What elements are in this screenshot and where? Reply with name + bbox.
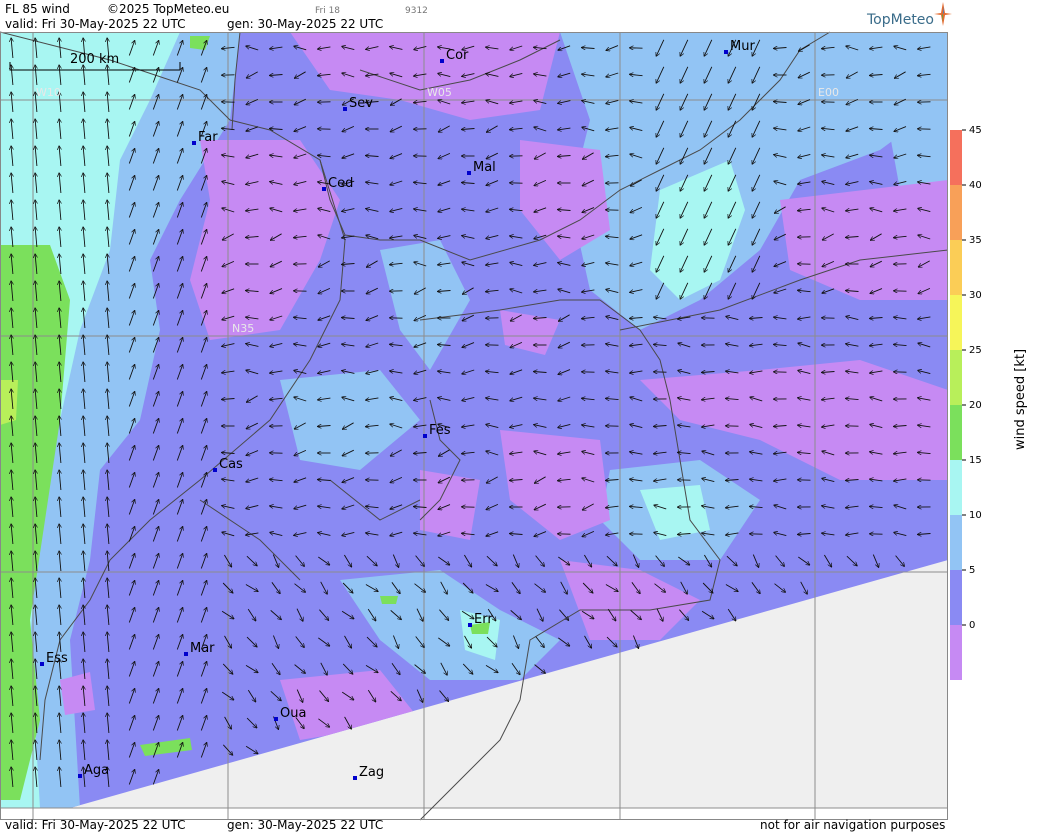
legend-color-band xyxy=(950,515,962,570)
legend-color-band xyxy=(950,295,962,350)
legend-tick: 5 xyxy=(969,565,976,576)
city-label: Mar xyxy=(190,641,215,656)
city-marker: Far xyxy=(192,131,218,145)
legend-tick: 10 xyxy=(969,510,982,521)
legend-tick: 30 xyxy=(969,290,982,301)
legend-tick: 0 xyxy=(969,620,976,631)
legend-color-band xyxy=(950,405,962,460)
legend-colorbar xyxy=(950,129,966,680)
legend-color-band xyxy=(950,350,962,405)
copyright: ©2025 TopMeteo.eu xyxy=(107,2,230,16)
city-label: Fes xyxy=(429,423,451,438)
legend-tick: 25 xyxy=(969,345,982,356)
wind-map xyxy=(0,31,966,821)
legend-tick: 35 xyxy=(969,235,982,246)
frame-tag: Fri 18 xyxy=(315,6,341,16)
legend-color-band xyxy=(950,625,962,680)
city-marker: Sev xyxy=(343,97,373,111)
footer-gen-time: gen: 30-May-2025 22 UTC xyxy=(227,818,384,832)
city-label: Err xyxy=(474,612,493,627)
legend-color-band xyxy=(950,130,962,185)
grid-label-e00: E00 xyxy=(818,86,839,99)
city-label: Ced xyxy=(328,176,354,191)
city-marker: Cas xyxy=(213,458,243,472)
legend-color-band xyxy=(950,570,962,625)
chart-title: FL 85 wind xyxy=(5,2,70,16)
grid-label-w05: W05 xyxy=(427,86,452,99)
legend-tick: 45 xyxy=(969,125,982,136)
legend-color-band xyxy=(950,240,962,295)
city-marker: Mal xyxy=(467,161,496,175)
grid-label-n35: N35 xyxy=(232,322,255,335)
city-marker: Mur xyxy=(724,40,755,54)
city-label: Mal xyxy=(473,160,496,175)
legend-tick: 20 xyxy=(969,400,982,411)
city-marker: Ced xyxy=(322,177,353,191)
logo-text: TopMeteo xyxy=(867,12,934,28)
city-marker: Err xyxy=(468,613,493,627)
scale-bar-label: 200 km xyxy=(70,52,120,67)
footer-valid-time: valid: Fri 30-May-2025 22 UTC xyxy=(5,818,186,832)
city-label: Sev xyxy=(349,96,373,111)
valid-time: valid: Fri 30-May-2025 22 UTC xyxy=(5,17,186,31)
city-label: Aga xyxy=(84,763,110,778)
frame-number: 9312 xyxy=(405,6,428,16)
compass-star-icon xyxy=(934,2,952,30)
disclaimer: not for air navigation purposes xyxy=(760,818,946,832)
legend-tick: 15 xyxy=(969,455,982,466)
city-label: Cas xyxy=(219,457,243,472)
city-marker: Cor xyxy=(440,49,468,63)
gen-time: gen: 30-May-2025 22 UTC xyxy=(227,17,384,31)
city-marker: Mar xyxy=(184,642,215,656)
city-marker: Zag xyxy=(353,766,384,780)
grid-label-w10: W10 xyxy=(36,86,61,99)
legend-color-band xyxy=(950,460,962,515)
city-label: Oua xyxy=(280,706,307,721)
legend-tick: 40 xyxy=(969,180,982,191)
city-marker: Oua xyxy=(274,707,306,721)
legend-title: wind speed [kt] xyxy=(1013,348,1028,450)
city-label: Far xyxy=(198,130,218,145)
city-label: Mur xyxy=(730,39,755,54)
city-marker: Aga xyxy=(78,764,109,778)
city-label: Ess xyxy=(46,651,68,666)
city-label: Cor xyxy=(446,48,469,63)
city-marker: Ess xyxy=(40,652,68,666)
legend-color-band xyxy=(950,185,962,240)
city-marker: Fes xyxy=(423,424,451,438)
city-label: Zag xyxy=(359,765,385,780)
topmeteo-logo: TopMeteo xyxy=(867,2,952,28)
